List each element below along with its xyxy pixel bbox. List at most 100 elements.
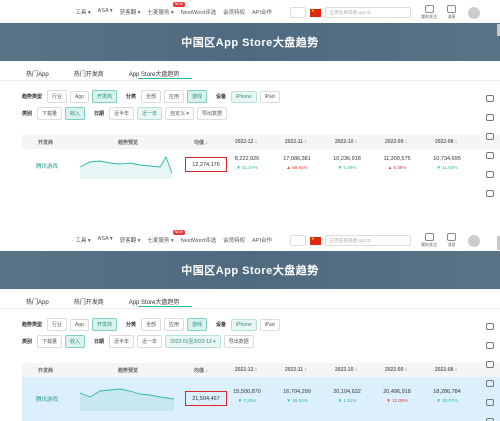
nav-vip[interactable]: 会员特权	[223, 8, 245, 16]
tab-hot-app[interactable]: 热门App	[26, 297, 49, 306]
tab-hot-dev[interactable]: 热门开发商	[74, 69, 104, 78]
date-half-year[interactable]: 近半年	[109, 107, 135, 120]
cell-value: 20,496,918	[383, 389, 411, 395]
category-games[interactable]: 游戏	[187, 90, 208, 103]
chat-icon[interactable]	[486, 95, 494, 102]
tab-hot-app[interactable]: 热门App	[26, 69, 49, 78]
device-iphone[interactable]: iPhone	[231, 90, 257, 103]
device-iphone[interactable]: iPhone	[231, 318, 257, 331]
developer-link[interactable]: 腾讯游戏	[36, 395, 58, 403]
nav-acquire[interactable]: 获客翻 ▾	[120, 236, 141, 244]
feedback-icon[interactable]	[486, 342, 494, 349]
nav-acquire[interactable]: 获客翻 ▾	[120, 8, 141, 16]
header-month[interactable]: 2022-10 ↕	[335, 367, 357, 373]
date-one-year[interactable]: 近一年	[137, 335, 163, 348]
type-app[interactable]: App	[70, 90, 89, 103]
nav-nextword[interactable]: NextWord评选	[181, 8, 216, 16]
date-half-year[interactable]: 近半年	[109, 335, 135, 348]
date-custom-select[interactable]: 自定义 ▾	[165, 107, 194, 120]
type-industry[interactable]: 行业	[47, 318, 68, 331]
month-cell: 16,704,299 ▼ 16.91%	[274, 389, 320, 403]
header-month[interactable]: 2022-08 ↕	[435, 139, 457, 145]
header-month[interactable]: 2022-12 ↕	[235, 139, 257, 145]
avatar[interactable]	[468, 234, 480, 247]
category-apps[interactable]: 应用	[163, 318, 184, 331]
header-month[interactable]: 2022-11 ↕	[285, 139, 307, 145]
avatar[interactable]	[468, 6, 480, 19]
month-cell: 10,734,695 ▼ 11.54%	[424, 156, 470, 170]
nav-service[interactable]: 七麦服务 ▾ NEW	[147, 230, 185, 244]
help-icon[interactable]	[486, 190, 494, 197]
nav-service-label: 七麦服务 ▾	[147, 238, 174, 244]
header-total[interactable]: 均值 ↓	[194, 367, 208, 374]
nav-nextword[interactable]: NextWord评选	[181, 236, 216, 244]
date-range-select[interactable]: 2022-01至2022-12 ▾	[165, 335, 221, 348]
messages-button[interactable]: 消息	[447, 233, 456, 248]
date-one-year[interactable]: 近一年	[137, 107, 163, 120]
save-icon[interactable]	[486, 133, 494, 140]
tab-trend[interactable]: App Store大盘趋势	[129, 69, 180, 78]
inbox-icon[interactable]	[486, 380, 494, 387]
my-follow-button[interactable]: 我的关注	[421, 233, 437, 248]
category-all[interactable]: 全部	[140, 90, 161, 103]
export-button[interactable]: 导出数据	[223, 335, 254, 348]
divider	[0, 308, 500, 309]
cell-delta: ▼ 11.54%	[436, 165, 458, 170]
save-icon[interactable]	[486, 361, 494, 368]
nav-asa[interactable]: ASA ▾	[98, 8, 113, 16]
header-month[interactable]: 2022-08 ↕	[435, 367, 457, 373]
metric-label: 类别	[22, 111, 33, 117]
type-app[interactable]: App	[70, 318, 89, 331]
nav-api[interactable]: API合作	[252, 236, 272, 244]
metric-downloads[interactable]: 下载量	[37, 107, 63, 120]
tab-trend[interactable]: App Store大盘趋势	[129, 297, 180, 306]
header-month[interactable]: 2022-12 ↕	[235, 367, 257, 373]
follow-icon	[424, 5, 434, 13]
nav-vip[interactable]: 会员特权	[223, 236, 245, 244]
nav-tools[interactable]: · 工具 ▾	[72, 236, 91, 244]
feedback-icon[interactable]	[486, 114, 494, 121]
header-month[interactable]: 2022-10 ↕	[335, 139, 357, 145]
tab-hot-dev[interactable]: 热门开发商	[74, 297, 104, 306]
search-input[interactable]: 应用名称或者App ID	[325, 7, 411, 18]
type-developer[interactable]: 开发商	[91, 90, 117, 103]
export-button[interactable]: 导出数据	[197, 107, 228, 120]
category-apps[interactable]: 应用	[163, 90, 184, 103]
chat-icon[interactable]	[486, 323, 494, 330]
apple-store-icon[interactable]	[290, 7, 306, 18]
device-ipad[interactable]: iPad	[259, 90, 280, 103]
total-value: 21,504,467	[185, 391, 227, 406]
device-ipad[interactable]: iPad	[259, 318, 280, 331]
nav-asa[interactable]: ASA ▾	[98, 236, 113, 244]
cell-value: 17,086,381	[283, 156, 311, 162]
developer-link[interactable]: 腾讯游戏	[36, 162, 58, 170]
inbox-icon[interactable]	[486, 152, 494, 159]
mail-icon[interactable]	[486, 171, 494, 178]
category-games[interactable]: 游戏	[187, 318, 208, 331]
type-developer[interactable]: 开发商	[91, 318, 117, 331]
header-month[interactable]: 2022-09 ↕	[385, 139, 407, 145]
metric-downloads[interactable]: 下载量	[37, 335, 63, 348]
china-flag-icon[interactable]	[310, 8, 321, 17]
my-follow-button[interactable]: 我的关注	[421, 5, 437, 20]
china-flag-icon[interactable]	[310, 236, 321, 245]
screenshot-bottom: · 工具 ▾ ASA ▾ 获客翻 ▾ 七麦服务 ▾ NEW NextWord评选 …	[0, 228, 500, 421]
type-industry[interactable]: 行业	[47, 90, 68, 103]
category-all[interactable]: 全部	[140, 318, 161, 331]
metric-revenue[interactable]: 收入	[65, 335, 86, 348]
tab-active-indicator	[138, 306, 192, 307]
header-month[interactable]: 2022-09 ↕	[385, 367, 407, 373]
messages-label: 消息	[447, 242, 456, 247]
search-input[interactable]: 应用名称或者App ID	[325, 235, 411, 246]
nav-tools[interactable]: · 工具 ▾	[72, 8, 91, 16]
apple-store-icon[interactable]	[290, 235, 306, 246]
mail-icon[interactable]	[486, 399, 494, 406]
follow-label: 我的关注	[421, 242, 437, 247]
header-total[interactable]: 均值 ↓	[194, 139, 208, 146]
message-icon	[447, 233, 456, 241]
header-month[interactable]: 2022-11 ↕	[285, 367, 307, 373]
metric-revenue[interactable]: 收入	[65, 107, 86, 120]
nav-service[interactable]: 七麦服务 ▾ NEW	[147, 2, 185, 16]
messages-button[interactable]: 消息	[447, 5, 456, 20]
nav-api[interactable]: API合作	[252, 8, 272, 16]
